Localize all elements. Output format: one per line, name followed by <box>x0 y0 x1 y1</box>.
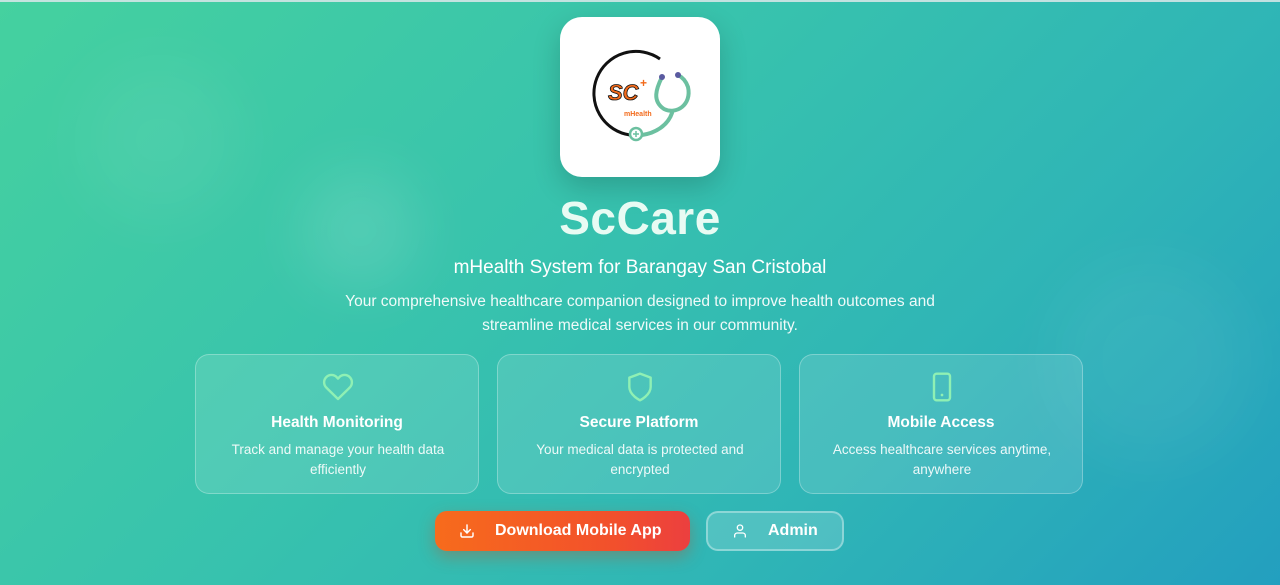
heart-icon <box>322 373 354 401</box>
app-subtitle: mHealth System for Barangay San Cristoba… <box>453 257 827 278</box>
admin-button[interactable]: Admin <box>706 511 844 551</box>
feature-card-secure-platform: Secure Platform Your medical data is pro… <box>497 354 781 494</box>
app-title: ScCare <box>559 192 721 244</box>
svg-text:+: + <box>640 76 647 90</box>
download-mobile-app-button[interactable]: Download Mobile App <box>435 511 690 551</box>
download-button-label: Download Mobile App <box>495 522 662 539</box>
user-icon <box>734 524 746 538</box>
shield-icon <box>628 372 652 402</box>
top-border <box>0 0 1280 2</box>
feature-card-health-monitoring: Health Monitoring Track and manage your … <box>195 354 479 494</box>
app-logo: SC + mHealth <box>560 17 720 177</box>
feature-description: Track and manage your health data effici… <box>231 442 445 477</box>
feature-title: Health Monitoring <box>271 414 403 431</box>
svg-text:mHealth: mHealth <box>624 111 652 118</box>
download-icon <box>460 524 474 538</box>
svg-text:SC: SC <box>608 80 640 105</box>
feature-title: Mobile Access <box>887 414 995 431</box>
app-description: Your comprehensive healthcare companion … <box>345 293 935 334</box>
feature-description: Access healthcare services anytime, anyw… <box>832 442 1052 477</box>
admin-button-label: Admin <box>768 522 818 539</box>
feature-description: Your medical data is protected and encry… <box>536 442 744 477</box>
smartphone-icon <box>932 372 952 402</box>
feature-card-mobile-access: Mobile Access Access healthcare services… <box>799 354 1083 494</box>
feature-title: Secure Platform <box>579 414 699 431</box>
sccare-logo-icon: SC + mHealth <box>592 49 691 142</box>
